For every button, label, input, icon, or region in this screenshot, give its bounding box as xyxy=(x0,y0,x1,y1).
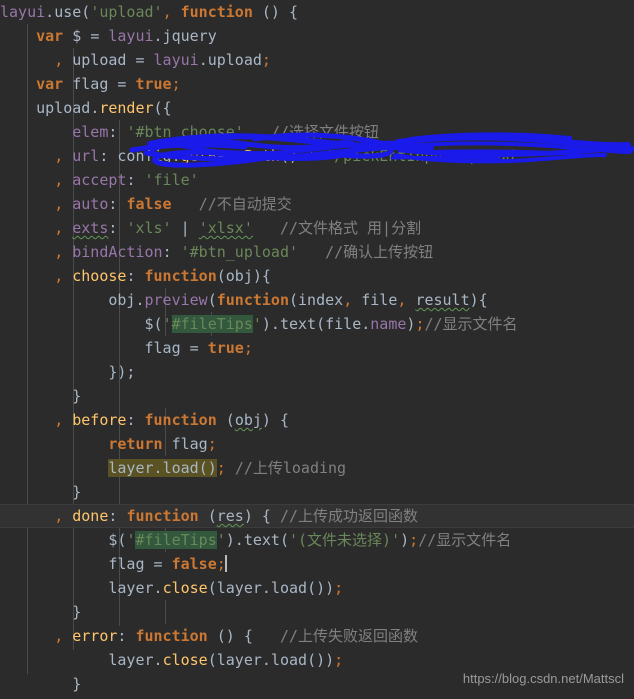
code-line[interactable]: } xyxy=(0,600,634,624)
code-line[interactable]: , error: function () { //上传失败返回函数 xyxy=(0,624,634,648)
code-line[interactable]: } xyxy=(0,480,634,504)
code-line[interactable]: }); xyxy=(0,360,634,384)
code-line[interactable]: flag = true; xyxy=(0,336,634,360)
code-line[interactable]: var $ = layui.jquery xyxy=(0,24,634,48)
code-line-redacted[interactable]: , url: config.getBasePath() + '/pickEntI… xyxy=(0,144,634,168)
code-line[interactable]: layui.use('upload', function () { xyxy=(0,0,634,24)
code-line[interactable]: elem: '#btn_choose' //选择文件按钮 xyxy=(0,120,634,144)
text-caret xyxy=(224,555,227,572)
code-line[interactable]: , done: function (res) { //上传成功返回函数 xyxy=(0,504,634,528)
code-line[interactable]: , accept: 'file' xyxy=(0,168,634,192)
code-line[interactable]: layer.load(); //上传loading xyxy=(0,456,634,480)
code-line[interactable]: , exts: 'xls' | 'xlsx' //文件格式 用|分割 xyxy=(0,216,634,240)
code-line-current[interactable]: flag = false; xyxy=(0,552,634,576)
code-line[interactable]: } xyxy=(0,384,634,408)
watermark-url: https://blog.csdn.net/Mattscl xyxy=(462,671,624,686)
code-line[interactable]: , before: function (obj) { xyxy=(0,408,634,432)
code-line[interactable]: , bindAction: '#btn_upload' //确认上传按钮 xyxy=(0,240,634,264)
code-line[interactable]: $('#fileTips').text(file.name);//显示文件名 xyxy=(0,312,634,336)
code-line[interactable]: var flag = true; xyxy=(0,72,634,96)
code-line[interactable]: obj.preview(function(index, file, result… xyxy=(0,288,634,312)
code-line[interactable]: return flag; xyxy=(0,432,634,456)
code-line[interactable]: , upload = layui.upload; xyxy=(0,48,634,72)
code-line[interactable]: , auto: false //不自动提交 xyxy=(0,192,634,216)
code-line[interactable]: layer.close(layer.load()); xyxy=(0,576,634,600)
code-line[interactable]: upload.render({ xyxy=(0,96,634,120)
code-lines[interactable]: layui.use('upload', function () { var $ … xyxy=(0,0,634,699)
code-line[interactable]: $('#fileTips').text('(文件未选择)');//显示文件名 xyxy=(0,528,634,552)
code-editor[interactable]: layui.use('upload', function () { var $ … xyxy=(0,0,634,699)
code-line[interactable]: , choose: function(obj){ xyxy=(0,264,634,288)
